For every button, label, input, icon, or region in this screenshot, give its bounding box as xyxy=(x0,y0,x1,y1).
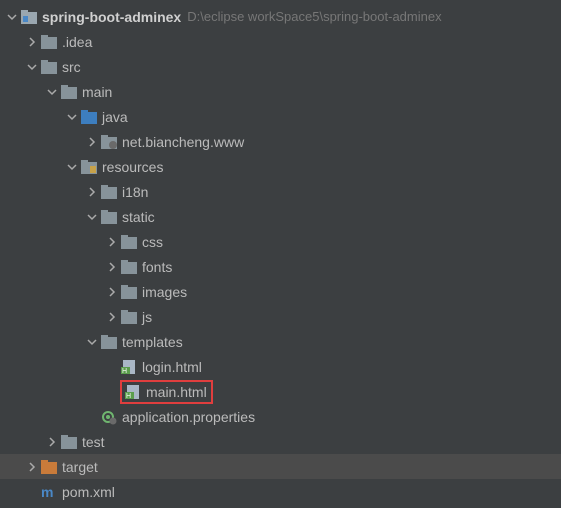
tree-row-i18n[interactable]: i18n xyxy=(0,179,561,204)
project-name: spring-boot-adminex xyxy=(42,9,181,25)
tree-row-java[interactable]: java xyxy=(0,104,561,129)
tree-row-project[interactable]: spring-boot-adminex D:\eclipse workSpace… xyxy=(0,4,561,29)
tree-row-fonts[interactable]: fonts xyxy=(0,254,561,279)
folder-label: main xyxy=(82,84,112,100)
project-tree: spring-boot-adminex D:\eclipse workSpace… xyxy=(0,0,561,508)
maven-file-icon: m xyxy=(40,484,58,500)
folder-icon xyxy=(60,434,78,450)
chevron-down-icon[interactable] xyxy=(84,209,100,225)
file-label: pom.xml xyxy=(62,484,115,500)
svg-text:H: H xyxy=(122,368,127,375)
chevron-right-icon[interactable] xyxy=(104,309,120,325)
svg-text:m: m xyxy=(41,484,53,500)
folder-label: templates xyxy=(122,334,183,350)
tree-row-target[interactable]: target xyxy=(0,454,561,479)
folder-icon xyxy=(120,284,138,300)
folder-label: fonts xyxy=(142,259,172,275)
file-label: main.html xyxy=(146,384,207,400)
source-folder-icon xyxy=(80,109,98,125)
chevron-right-icon[interactable] xyxy=(104,284,120,300)
chevron-down-icon[interactable] xyxy=(64,159,80,175)
html-file-icon: H xyxy=(120,359,138,375)
folder-label: css xyxy=(142,234,163,250)
chevron-down-icon[interactable] xyxy=(4,9,20,25)
package-icon xyxy=(100,134,118,150)
folder-icon xyxy=(100,209,118,225)
chevron-down-icon[interactable] xyxy=(44,84,60,100)
folder-icon xyxy=(100,334,118,350)
file-label: login.html xyxy=(142,359,202,375)
folder-label: target xyxy=(62,459,98,475)
folder-icon xyxy=(120,234,138,250)
folder-label: src xyxy=(62,59,81,75)
module-icon xyxy=(20,9,38,25)
file-label: application.properties xyxy=(122,409,255,425)
folder-label: images xyxy=(142,284,187,300)
folder-label: i18n xyxy=(122,184,148,200)
tree-row-templates[interactable]: templates xyxy=(0,329,561,354)
tree-row-css[interactable]: css xyxy=(0,229,561,254)
svg-text:H: H xyxy=(126,393,131,400)
tree-row-idea[interactable]: .idea xyxy=(0,29,561,54)
folder-icon xyxy=(100,184,118,200)
chevron-right-icon[interactable] xyxy=(104,259,120,275)
chevron-right-icon[interactable] xyxy=(84,134,100,150)
excluded-folder-icon xyxy=(40,459,58,475)
tree-row-test[interactable]: test xyxy=(0,429,561,454)
tree-row-main[interactable]: main xyxy=(0,79,561,104)
chevron-right-icon[interactable] xyxy=(84,184,100,200)
folder-icon xyxy=(40,59,58,75)
tree-row-pom[interactable]: ▸ m pom.xml xyxy=(0,479,561,504)
chevron-down-icon[interactable] xyxy=(24,59,40,75)
resources-folder-icon xyxy=(80,159,98,175)
tree-row-resources[interactable]: resources xyxy=(0,154,561,179)
tree-row-static[interactable]: static xyxy=(0,204,561,229)
tree-row-main-html[interactable]: ▸ H main.html xyxy=(0,379,561,404)
project-path: D:\eclipse workSpace5\spring-boot-admine… xyxy=(187,9,441,24)
folder-icon xyxy=(120,259,138,275)
tree-row-appprops[interactable]: ▸ application.properties xyxy=(0,404,561,429)
folder-label: resources xyxy=(102,159,163,175)
chevron-right-icon[interactable] xyxy=(44,434,60,450)
tree-row-images[interactable]: images xyxy=(0,279,561,304)
folder-label: test xyxy=(82,434,105,450)
folder-label: .idea xyxy=(62,34,92,50)
chevron-down-icon[interactable] xyxy=(84,334,100,350)
tree-row-js[interactable]: js xyxy=(0,304,561,329)
html-file-icon: H xyxy=(124,384,142,400)
chevron-down-icon[interactable] xyxy=(64,109,80,125)
folder-label: static xyxy=(122,209,155,225)
chevron-right-icon[interactable] xyxy=(24,459,40,475)
package-label: net.biancheng.www xyxy=(122,134,244,150)
chevron-right-icon[interactable] xyxy=(24,34,40,50)
folder-label: java xyxy=(102,109,128,125)
tree-row-src[interactable]: src xyxy=(0,54,561,79)
tree-row-login-html[interactable]: ▸ H login.html xyxy=(0,354,561,379)
folder-icon xyxy=(60,84,78,100)
folder-icon xyxy=(40,34,58,50)
tree-row-package[interactable]: net.biancheng.www xyxy=(0,129,561,154)
chevron-right-icon[interactable] xyxy=(104,234,120,250)
folder-icon xyxy=(120,309,138,325)
properties-file-icon xyxy=(100,409,118,425)
folder-label: js xyxy=(142,309,152,325)
highlight-box: H main.html xyxy=(120,380,213,404)
